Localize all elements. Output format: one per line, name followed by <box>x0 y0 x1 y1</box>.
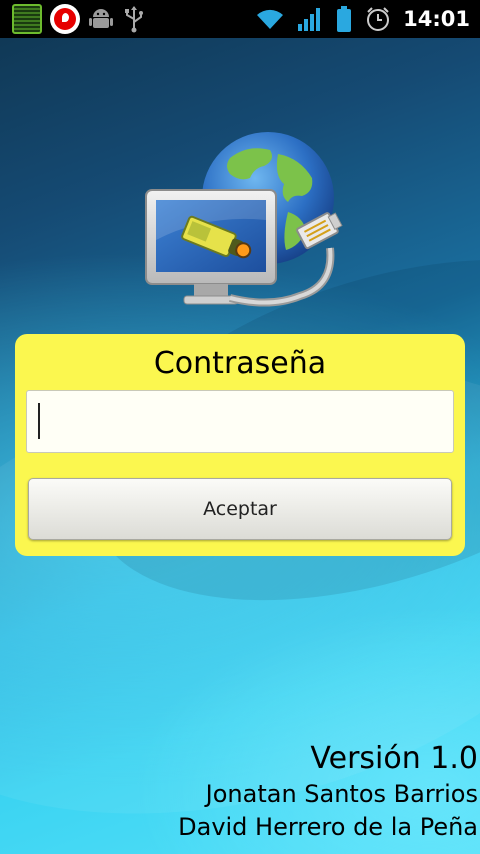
credits: Versión 1.0 Jonatan Santos Barrios David… <box>178 740 478 844</box>
text-cursor <box>38 403 40 439</box>
battery-icon <box>335 5 353 33</box>
signal-icon <box>297 6 323 32</box>
author-name: David Herrero de la Peña <box>178 813 478 841</box>
status-bar: 14:01 <box>0 0 480 38</box>
version-label: Versión 1.0 <box>310 741 478 776</box>
password-title: Contraseña <box>153 346 327 381</box>
app-logo <box>138 128 358 314</box>
password-field[interactable] <box>26 390 454 453</box>
wifi-icon <box>255 7 285 31</box>
vodafone-icon <box>50 4 80 34</box>
alarm-icon <box>365 6 391 32</box>
accept-button[interactable]: Aceptar <box>28 478 452 540</box>
clock-time: 14:01 <box>403 7 470 31</box>
android-debug-icon <box>88 6 114 32</box>
app-grid-icon <box>12 4 42 34</box>
password-card: Contraseña Aceptar <box>15 334 465 556</box>
author-name: Jonatan Santos Barrios <box>205 780 478 808</box>
usb-icon <box>122 5 146 33</box>
